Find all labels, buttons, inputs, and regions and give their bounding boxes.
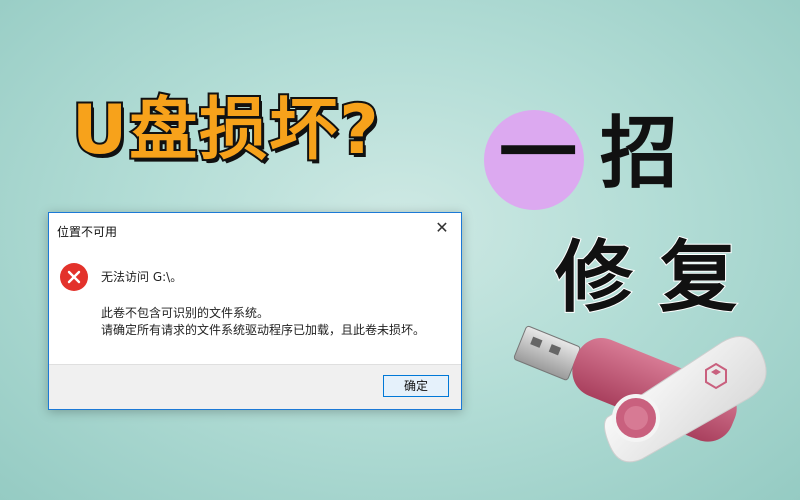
error-message: 无法访问 G:\。 — [101, 270, 183, 284]
tagline-one: 一 — [498, 109, 577, 199]
dialog-title: 位置不可用 — [57, 225, 118, 239]
error-dialog: 位置不可用 ✕ 无法访问 G:\。 此卷不包含可识别的文件系统。 请确定所有请求… — [48, 212, 462, 410]
tagline-repair: 修复 — [554, 232, 764, 324]
usb-drive-icon — [508, 318, 778, 468]
headline: U盘损坏? — [70, 89, 381, 172]
error-x-icon — [60, 263, 88, 291]
close-icon[interactable]: ✕ — [433, 219, 451, 237]
error-detail-1: 此卷不包含可识别的文件系统。 — [101, 306, 270, 320]
error-detail-2: 请确定所有请求的文件系统驱动程序已加载，且此卷未损坏。 — [101, 323, 426, 337]
ok-button[interactable]: 确定 — [383, 375, 449, 397]
dialog-footer: 确定 — [49, 364, 461, 409]
tagline-zhao: 招 — [600, 109, 679, 199]
